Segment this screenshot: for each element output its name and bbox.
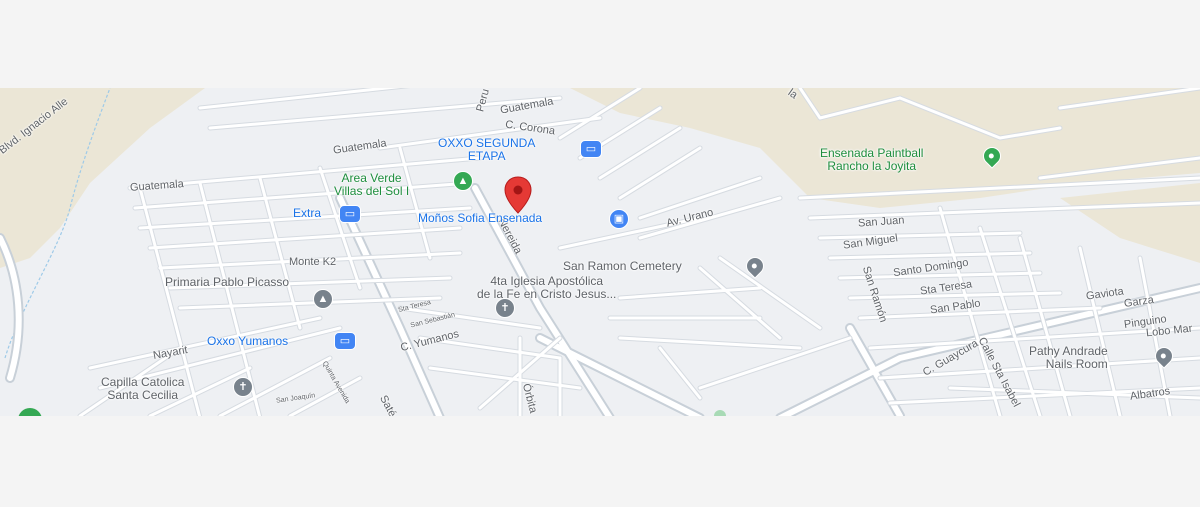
green-place-dot bbox=[18, 408, 42, 416]
poi-iglesia-4ta-line2: de la Fe en Cristo Jesus... bbox=[477, 287, 617, 301]
poi-iglesia-4ta-label[interactable]: 4ta Iglesia Apostólica de la Fe en Crist… bbox=[477, 275, 616, 301]
poi-iglesia-4ta-line1: 4ta Iglesia Apostólica bbox=[490, 274, 604, 288]
street-label-monte-k2: Monte K2 bbox=[289, 256, 337, 268]
red-location-marker-icon[interactable] bbox=[503, 176, 533, 214]
poi-ensenada-paintball-label[interactable]: Ensenada Paintball Rancho la Joyita bbox=[820, 147, 923, 173]
poi-oxxo-yumanos-label[interactable]: Oxxo Yumanos bbox=[207, 335, 288, 348]
shopping-bag-icon[interactable]: ▣ bbox=[609, 209, 629, 229]
poi-san-ramon-cemetery-label[interactable]: San Ramon Cemetery bbox=[563, 260, 682, 273]
poi-pathy-andrade-label[interactable]: Pathy Andrade Nails Room bbox=[1029, 345, 1108, 371]
poi-pathy-andrade-line1: Pathy Andrade bbox=[1029, 344, 1108, 358]
school-icon[interactable]: ▲ bbox=[313, 289, 333, 309]
church-cross-icon[interactable]: ✝ bbox=[233, 377, 253, 397]
poi-capilla-catolica-label[interactable]: Capilla Catolica Santa Cecilia bbox=[101, 376, 184, 402]
store-icon[interactable]: ▭ bbox=[580, 140, 602, 158]
poi-capilla-catolica-line2: Santa Cecilia bbox=[107, 388, 179, 402]
poi-primaria-pablo-picasso-label[interactable]: Primaria Pablo Picasso bbox=[165, 276, 289, 289]
poi-capilla-catolica-line1: Capilla Catolica bbox=[101, 375, 185, 389]
poi-ensenada-paintball-line2: Rancho la Joyita bbox=[827, 159, 917, 173]
poi-oxxo-segunda-line2: ETAPA bbox=[467, 149, 506, 163]
green-place-dot bbox=[714, 410, 726, 416]
poi-area-verde-line2: Villas del Sol I bbox=[334, 184, 410, 198]
map-view[interactable]: Blvd. Ignacio Alle Guatemala Guatemala G… bbox=[0, 88, 1200, 416]
poi-ensenada-paintball-line1: Ensenada Paintball bbox=[820, 146, 924, 160]
poi-area-verde-line1: Area Verde bbox=[341, 171, 402, 185]
tree-icon[interactable]: ▲ bbox=[453, 171, 473, 191]
store-icon[interactable]: ▭ bbox=[339, 205, 361, 223]
church-cross-icon[interactable]: ✝ bbox=[495, 298, 515, 318]
map-base-layer bbox=[0, 88, 1200, 416]
store-icon[interactable]: ▭ bbox=[334, 332, 356, 350]
poi-oxxo-segunda-line1: OXXO SEGUNDA bbox=[438, 136, 536, 150]
poi-oxxo-segunda-label[interactable]: OXXO SEGUNDA ETAPA bbox=[438, 137, 535, 163]
poi-extra-label[interactable]: Extra bbox=[293, 207, 321, 220]
poi-pathy-andrade-line2: Nails Room bbox=[1045, 357, 1108, 371]
poi-area-verde-label[interactable]: Area Verde Villas del Sol I bbox=[334, 172, 409, 198]
